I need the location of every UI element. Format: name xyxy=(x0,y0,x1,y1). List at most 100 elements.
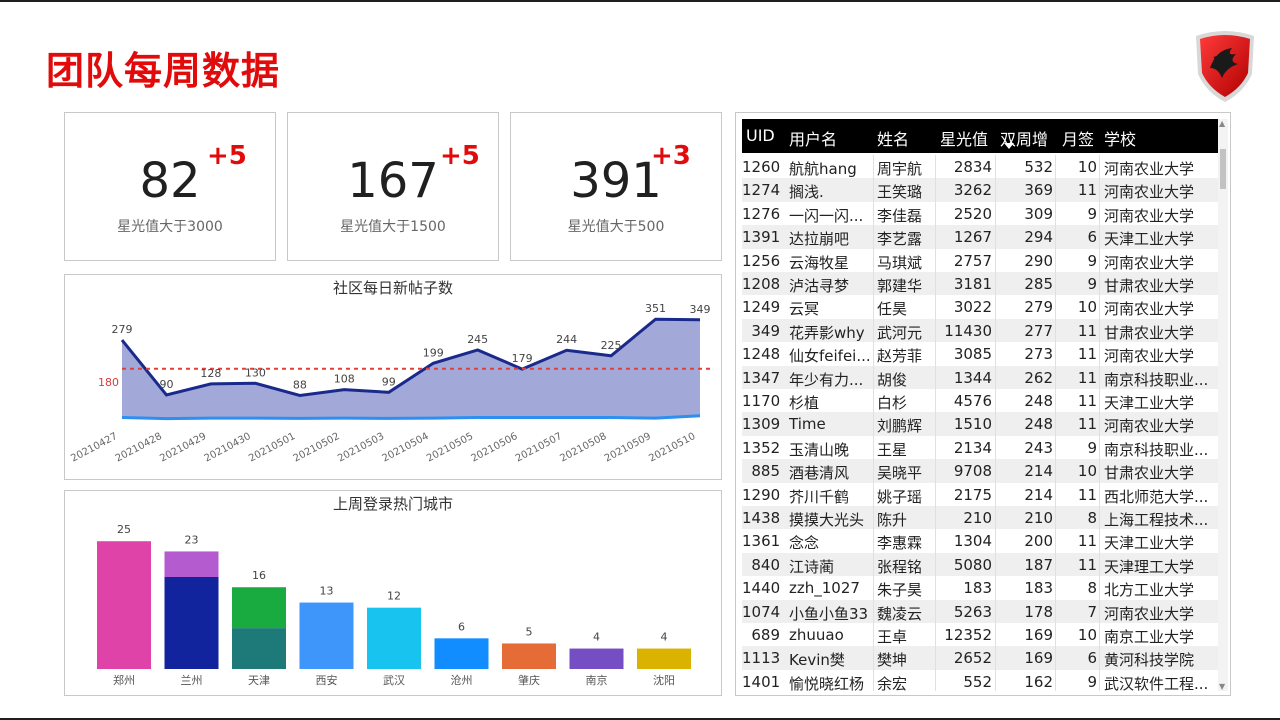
cell-monthly-signin: 11 xyxy=(1077,485,1097,504)
table-row[interactable]: 885 酒巷清风 吴晓平 9708 214 10 甘肃农业大学 xyxy=(742,459,1218,483)
daily-posts-chart-card: 社区每日新帖子数 180 279 90 128 130 88 108 99 199 245 179 2… xyxy=(64,274,722,480)
table-row[interactable]: 1440 zzh_1027 朱子昊 183 183 8 北方工业大学 xyxy=(742,576,1218,599)
data-label: 128 xyxy=(200,367,221,380)
table-row[interactable]: 349 花弄影why 武河元 11430 277 11 甘肃农业大学 xyxy=(742,318,1218,343)
table-row[interactable]: 1391 达拉崩吧 李艺露 1267 294 6 天津工业大学 xyxy=(742,225,1218,249)
cell-username: 泸沽寻梦 xyxy=(789,277,850,295)
bar-total-label: 23 xyxy=(185,533,199,546)
cell-monthly-signin: 11 xyxy=(1077,368,1097,387)
table-row[interactable]: 1347 年少有力... 胡俊 1344 262 11 南京科技职业... xyxy=(742,365,1218,389)
col-header-name[interactable]: 姓名 xyxy=(877,126,909,150)
cell-starlight: 183 xyxy=(963,579,992,598)
cell-biweekly: 369 xyxy=(1024,181,1053,200)
table-row[interactable]: 1170 杉植 白杉 4576 248 11 天津工业大学 xyxy=(742,389,1218,412)
x-category-label: 肇庆 xyxy=(518,673,540,687)
bar-segment xyxy=(299,602,354,669)
bar-segment xyxy=(637,648,691,669)
column-divider xyxy=(1099,155,1100,691)
table-row[interactable]: 1438 摸摸大光头 陈升 210 210 8 上海工程技术... xyxy=(742,506,1218,530)
cell-school: 甘肃农业大学 xyxy=(1104,277,1195,295)
table-row[interactable]: 1274 搁浅. 王笑璐 3262 369 11 河南农业大学 xyxy=(742,178,1218,202)
col-header-school[interactable]: 学校 xyxy=(1104,126,1136,150)
cell-starlight: 2134 xyxy=(953,438,992,457)
cell-biweekly: 162 xyxy=(1024,672,1053,691)
cell-monthly-signin: 11 xyxy=(1077,532,1097,551)
cell-username: 一闪一闪... xyxy=(789,206,864,225)
bar-total-label: 13 xyxy=(320,585,334,598)
scroll-thumb[interactable] xyxy=(1220,149,1226,189)
bar-segment xyxy=(232,628,286,669)
scroll-up-icon[interactable]: ▲ xyxy=(1219,119,1225,128)
bar-total-label: 25 xyxy=(117,523,131,536)
table-row[interactable]: 1276 一闪一闪... 李佳磊 2520 309 9 河南农业大学 xyxy=(742,202,1218,225)
table-row[interactable]: 1401 愉悦晓红杨 余宏 552 162 9 武汉软件工程... xyxy=(742,670,1218,691)
cell-name: 胡俊 xyxy=(877,370,908,389)
cell-biweekly: 262 xyxy=(1024,368,1053,387)
cell-monthly-signin: 10 xyxy=(1077,158,1097,176)
cell-biweekly: 200 xyxy=(1024,532,1053,551)
cell-starlight: 3085 xyxy=(953,345,992,364)
x-tick-label: 20210503 xyxy=(336,431,386,465)
table-row[interactable]: 1290 芥川千鹤 姚子瑶 2175 214 11 西北师范大学... xyxy=(742,483,1218,506)
cell-name: 樊坤 xyxy=(877,651,908,670)
bar-total-label: 12 xyxy=(387,590,401,603)
x-category-label: 南京 xyxy=(586,673,608,687)
bar-segment xyxy=(434,638,489,669)
table-row[interactable]: 1113 Kevin樊 樊坤 2652 169 6 黄河科技学院 xyxy=(742,646,1218,670)
cell-school: 天津工业大学 xyxy=(1104,230,1195,249)
cell-school: 河南农业大学 xyxy=(1104,604,1195,623)
bar-segment xyxy=(97,541,151,669)
table-body: 1401 愉悦晓红杨 余宏 552 162 9 武汉软件工程... 1113 Kevin樊 樊坤 2… xyxy=(742,155,1218,691)
cell-biweekly: 169 xyxy=(1024,649,1053,668)
x-category-label: 兰州 xyxy=(181,674,203,687)
cell-name: 赵芳菲 xyxy=(877,347,923,366)
cell-username: 念念 xyxy=(789,534,820,553)
table-row[interactable]: 1309 Time 刘鹏辉 1510 248 11 河南农业大学 xyxy=(742,412,1218,436)
cell-monthly-signin: 11 xyxy=(1077,321,1097,340)
table-row[interactable]: 1249 云冥 任昊 3022 279 10 河南农业大学 xyxy=(742,295,1218,318)
cell-starlight: 210 xyxy=(963,509,992,527)
table-row[interactable]: 1248 仙女feifei... 赵芳菲 3085 273 11 河南农业大学 xyxy=(742,342,1218,365)
cell-monthly-signin: 10 xyxy=(1077,298,1097,317)
table-row[interactable]: 1208 泸沽寻梦 郭建华 3181 285 9 甘肃农业大学 xyxy=(742,272,1218,296)
table-scrollbar[interactable]: ▲ ▼ xyxy=(1218,119,1228,691)
bar-total-label: 4 xyxy=(593,631,600,644)
cell-school: 黄河科技学院 xyxy=(1104,651,1195,670)
kpi-card-over-3000: 82 +5 星光值大于3000 xyxy=(64,112,276,261)
bar-segment xyxy=(569,648,624,669)
col-header-username[interactable]: 用户名 xyxy=(789,126,837,150)
x-category-label: 天津 xyxy=(248,674,270,687)
data-label: 279 xyxy=(112,323,133,336)
cell-school: 南京科技职业... xyxy=(1104,370,1209,389)
cell-monthly-signin: 9 xyxy=(1087,672,1097,691)
city-login-chart-card: 上周登录热门城市 25 郑州 23 兰州 16 天津 13 西安 12 武汉 6 沧州 5 肇庆 4 南京 4 沈… xyxy=(64,490,722,696)
column-divider xyxy=(995,155,996,691)
table-row[interactable]: 1260 航航hang 周宇航 2834 532 10 河南农业大学 xyxy=(742,155,1218,178)
page-title: 团队每周数据 xyxy=(46,49,281,93)
x-tick-label: 20210506 xyxy=(469,431,519,465)
col-header-starlight[interactable]: 星光值 xyxy=(940,126,988,150)
cell-biweekly: 214 xyxy=(1024,462,1053,481)
cell-monthly-signin: 11 xyxy=(1077,181,1097,200)
cell-school: 西北师范大学... xyxy=(1104,487,1209,506)
data-label: 351 xyxy=(645,302,666,315)
col-header-uid[interactable]: UID xyxy=(746,126,775,145)
data-label: 244 xyxy=(556,333,577,346)
cell-name: 周宇航 xyxy=(877,160,923,178)
cell-monthly-signin: 6 xyxy=(1087,228,1097,247)
table-row[interactable]: 689 zhuuao 王卓 12352 169 10 南京工业大学 xyxy=(742,623,1218,646)
table-row[interactable]: 1352 玉清山晚 王星 2134 243 9 南京科技职业... xyxy=(742,436,1218,459)
table-row[interactable]: 1074 小鱼小鱼33 魏凌云 5263 178 7 河南农业大学 xyxy=(742,599,1218,623)
table-row[interactable]: 1256 云海牧星 马琪斌 2757 290 9 河南农业大学 xyxy=(742,249,1218,272)
data-label: 99 xyxy=(382,375,396,388)
table-row[interactable]: 840 江诗蔺 张程铭 5080 187 11 天津理工大学 xyxy=(742,552,1218,577)
cell-uid: 1256 xyxy=(742,251,780,270)
scroll-down-icon[interactable]: ▼ xyxy=(1219,682,1225,691)
cell-name: 余宏 xyxy=(877,674,908,691)
table-row[interactable]: 1361 念念 李惠霖 1304 200 11 天津工业大学 xyxy=(742,529,1218,552)
cell-name: 陈升 xyxy=(877,511,908,529)
x-tick-label: 20210427 xyxy=(69,431,119,465)
cell-biweekly: 277 xyxy=(1024,321,1053,340)
col-header-monthly-signin[interactable]: 月签 xyxy=(1062,126,1094,150)
kpi-card-over-1500: 167 +5 星光值大于1500 xyxy=(287,112,499,261)
